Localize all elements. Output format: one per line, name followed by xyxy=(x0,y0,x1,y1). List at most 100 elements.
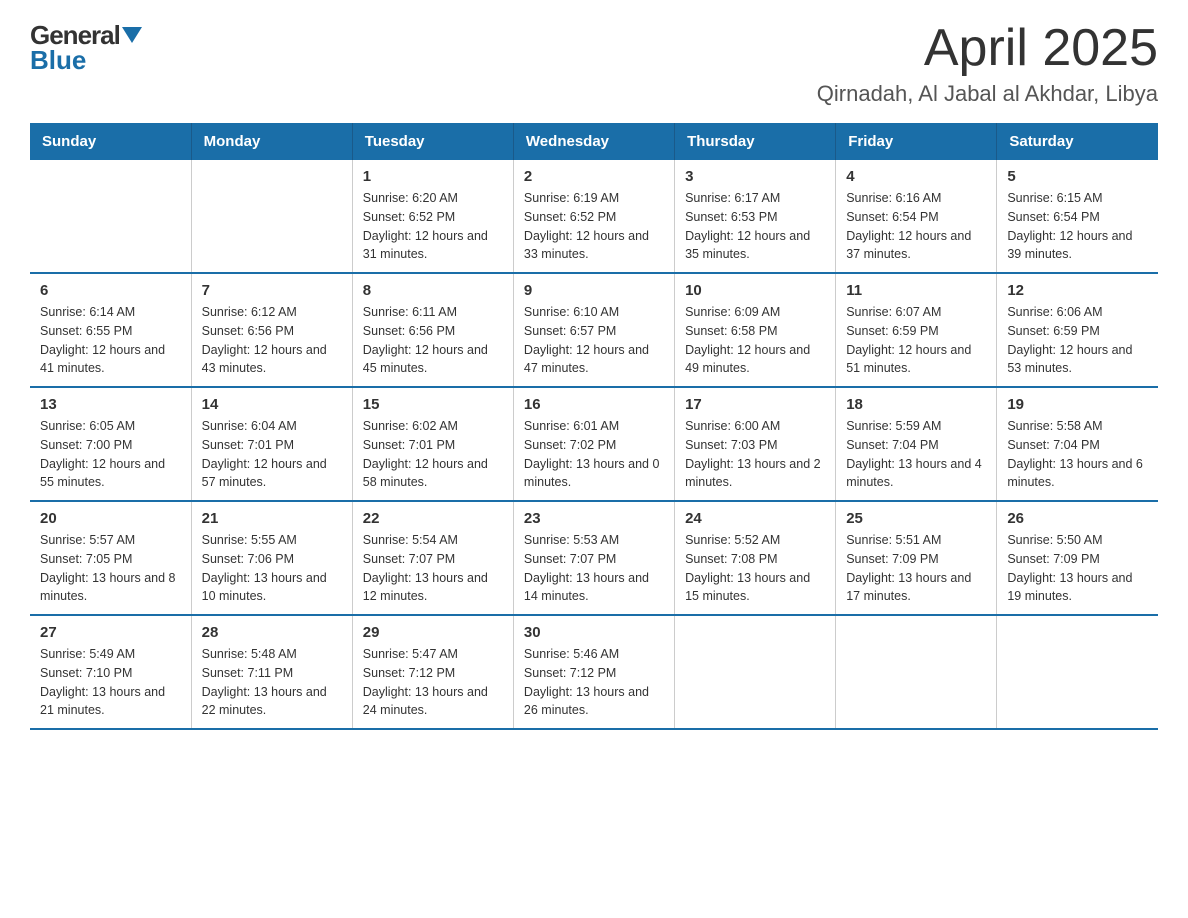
day-info: Sunrise: 5:49 AMSunset: 7:10 PMDaylight:… xyxy=(40,645,181,720)
day-of-week-header: Saturday xyxy=(997,123,1158,160)
day-number: 8 xyxy=(363,282,503,299)
day-info: Sunrise: 6:01 AMSunset: 7:02 PMDaylight:… xyxy=(524,417,664,492)
day-info: Sunrise: 6:09 AMSunset: 6:58 PMDaylight:… xyxy=(685,303,825,378)
day-info: Sunrise: 6:11 AMSunset: 6:56 PMDaylight:… xyxy=(363,303,503,378)
day-number: 13 xyxy=(40,396,181,413)
day-of-week-header: Sunday xyxy=(30,123,191,160)
calendar-cell: 22 Sunrise: 5:54 AMSunset: 7:07 PMDayligh… xyxy=(352,501,513,615)
calendar-cell: 7 Sunrise: 6:12 AMSunset: 6:56 PMDaylight… xyxy=(191,273,352,387)
day-number: 11 xyxy=(846,282,986,299)
day-of-week-header: Friday xyxy=(836,123,997,160)
day-info: Sunrise: 5:48 AMSunset: 7:11 PMDaylight:… xyxy=(202,645,342,720)
day-number: 9 xyxy=(524,282,664,299)
day-number: 16 xyxy=(524,396,664,413)
calendar-cell: 25Sunrise: 5:51 AMSunset: 7:09 PMDayligh… xyxy=(836,501,997,615)
day-number: 27 xyxy=(40,624,181,641)
calendar-cell: 23 Sunrise: 5:53 AMSunset: 7:07 PMDayligh… xyxy=(513,501,674,615)
day-info: Sunrise: 5:52 AMSunset: 7:08 PMDaylight:… xyxy=(685,531,825,606)
calendar-cell: 19 Sunrise: 5:58 AMSunset: 7:04 PMDayligh… xyxy=(997,387,1158,501)
day-info: Sunrise: 5:55 AMSunset: 7:06 PMDaylight:… xyxy=(202,531,342,606)
day-info: Sunrise: 5:58 AMSunset: 7:04 PMDaylight:… xyxy=(1007,417,1148,492)
day-number: 14 xyxy=(202,396,342,413)
calendar-cell: 6 Sunrise: 6:14 AMSunset: 6:55 PMDaylight… xyxy=(30,273,191,387)
calendar-cell: 9 Sunrise: 6:10 AMSunset: 6:57 PMDaylight… xyxy=(513,273,674,387)
calendar-cell: 3 Sunrise: 6:17 AMSunset: 6:53 PMDaylight… xyxy=(675,160,836,273)
calendar-cell: 24 Sunrise: 5:52 AMSunset: 7:08 PMDayligh… xyxy=(675,501,836,615)
day-number: 23 xyxy=(524,510,664,527)
day-info: Sunrise: 5:51 AMSunset: 7:09 PMDaylight:… xyxy=(846,531,986,606)
day-info: Sunrise: 6:00 AMSunset: 7:03 PMDaylight:… xyxy=(685,417,825,492)
calendar-cell: 27 Sunrise: 5:49 AMSunset: 7:10 PMDayligh… xyxy=(30,615,191,729)
day-number: 15 xyxy=(363,396,503,413)
day-number: 26 xyxy=(1007,510,1148,527)
calendar-cell: 15Sunrise: 6:02 AMSunset: 7:01 PMDayligh… xyxy=(352,387,513,501)
day-info: Sunrise: 6:16 AMSunset: 6:54 PMDaylight:… xyxy=(846,189,986,264)
day-number: 17 xyxy=(685,396,825,413)
day-info: Sunrise: 6:20 AMSunset: 6:52 PMDaylight:… xyxy=(363,189,503,264)
calendar-week-row: 6 Sunrise: 6:14 AMSunset: 6:55 PMDaylight… xyxy=(30,273,1158,387)
calendar-cell xyxy=(997,615,1158,729)
calendar-cell xyxy=(675,615,836,729)
calendar-cell: 4 Sunrise: 6:16 AMSunset: 6:54 PMDaylight… xyxy=(836,160,997,273)
day-info: Sunrise: 6:17 AMSunset: 6:53 PMDaylight:… xyxy=(685,189,825,264)
logo-arrow-icon xyxy=(122,27,142,47)
day-info: Sunrise: 5:50 AMSunset: 7:09 PMDaylight:… xyxy=(1007,531,1148,606)
calendar-cell: 12 Sunrise: 6:06 AMSunset: 6:59 PMDayligh… xyxy=(997,273,1158,387)
day-number: 18 xyxy=(846,396,986,413)
day-of-week-header: Monday xyxy=(191,123,352,160)
day-number: 1 xyxy=(363,168,503,185)
day-of-week-header: Thursday xyxy=(675,123,836,160)
day-number: 20 xyxy=(40,510,181,527)
calendar-cell: 16 Sunrise: 6:01 AMSunset: 7:02 PMDayligh… xyxy=(513,387,674,501)
calendar-cell: 29Sunrise: 5:47 AMSunset: 7:12 PMDayligh… xyxy=(352,615,513,729)
day-info: Sunrise: 6:06 AMSunset: 6:59 PMDaylight:… xyxy=(1007,303,1148,378)
day-info: Sunrise: 5:59 AMSunset: 7:04 PMDaylight:… xyxy=(846,417,986,492)
calendar-week-row: 13 Sunrise: 6:05 AMSunset: 7:00 PMDayligh… xyxy=(30,387,1158,501)
day-info: Sunrise: 6:15 AMSunset: 6:54 PMDaylight:… xyxy=(1007,189,1148,264)
day-number: 4 xyxy=(846,168,986,185)
day-info: Sunrise: 5:46 AMSunset: 7:12 PMDaylight:… xyxy=(524,645,664,720)
day-number: 30 xyxy=(524,624,664,641)
calendar-cell: 10Sunrise: 6:09 AMSunset: 6:58 PMDayligh… xyxy=(675,273,836,387)
day-info: Sunrise: 5:57 AMSunset: 7:05 PMDaylight:… xyxy=(40,531,181,606)
calendar-week-row: 20 Sunrise: 5:57 AMSunset: 7:05 PMDayligh… xyxy=(30,501,1158,615)
day-number: 2 xyxy=(524,168,664,185)
day-number: 19 xyxy=(1007,396,1148,413)
day-info: Sunrise: 6:10 AMSunset: 6:57 PMDaylight:… xyxy=(524,303,664,378)
day-info: Sunrise: 6:04 AMSunset: 7:01 PMDaylight:… xyxy=(202,417,342,492)
day-info: Sunrise: 5:53 AMSunset: 7:07 PMDaylight:… xyxy=(524,531,664,606)
calendar-table: SundayMondayTuesdayWednesdayThursdayFrid… xyxy=(30,123,1158,730)
logo: General Blue xyxy=(30,20,142,73)
day-number: 12 xyxy=(1007,282,1148,299)
day-info: Sunrise: 5:54 AMSunset: 7:07 PMDaylight:… xyxy=(363,531,503,606)
logo-blue-text: Blue xyxy=(30,47,86,73)
day-info: Sunrise: 6:12 AMSunset: 6:56 PMDaylight:… xyxy=(202,303,342,378)
day-number: 21 xyxy=(202,510,342,527)
calendar-cell: 17 Sunrise: 6:00 AMSunset: 7:03 PMDayligh… xyxy=(675,387,836,501)
day-info: Sunrise: 6:19 AMSunset: 6:52 PMDaylight:… xyxy=(524,189,664,264)
calendar-cell: 21 Sunrise: 5:55 AMSunset: 7:06 PMDayligh… xyxy=(191,501,352,615)
day-info: Sunrise: 6:05 AMSunset: 7:00 PMDaylight:… xyxy=(40,417,181,492)
calendar-cell: 5Sunrise: 6:15 AMSunset: 6:54 PMDaylight… xyxy=(997,160,1158,273)
day-number: 22 xyxy=(363,510,503,527)
day-number: 29 xyxy=(363,624,503,641)
page-title: April 2025 xyxy=(817,20,1158,77)
calendar-week-row: 27 Sunrise: 5:49 AMSunset: 7:10 PMDayligh… xyxy=(30,615,1158,729)
day-number: 6 xyxy=(40,282,181,299)
day-number: 3 xyxy=(685,168,825,185)
calendar-cell: 2 Sunrise: 6:19 AMSunset: 6:52 PMDaylight… xyxy=(513,160,674,273)
day-number: 24 xyxy=(685,510,825,527)
calendar-week-row: 1 Sunrise: 6:20 AMSunset: 6:52 PMDaylight… xyxy=(30,160,1158,273)
calendar-cell: 20 Sunrise: 5:57 AMSunset: 7:05 PMDayligh… xyxy=(30,501,191,615)
calendar-header-row: SundayMondayTuesdayWednesdayThursdayFrid… xyxy=(30,123,1158,160)
calendar-cell xyxy=(191,160,352,273)
day-of-week-header: Tuesday xyxy=(352,123,513,160)
calendar-cell xyxy=(836,615,997,729)
day-of-week-header: Wednesday xyxy=(513,123,674,160)
calendar-cell: 28Sunrise: 5:48 AMSunset: 7:11 PMDayligh… xyxy=(191,615,352,729)
calendar-cell: 1 Sunrise: 6:20 AMSunset: 6:52 PMDaylight… xyxy=(352,160,513,273)
calendar-cell xyxy=(30,160,191,273)
day-number: 7 xyxy=(202,282,342,299)
day-info: Sunrise: 6:14 AMSunset: 6:55 PMDaylight:… xyxy=(40,303,181,378)
calendar-cell: 8 Sunrise: 6:11 AMSunset: 6:56 PMDaylight… xyxy=(352,273,513,387)
